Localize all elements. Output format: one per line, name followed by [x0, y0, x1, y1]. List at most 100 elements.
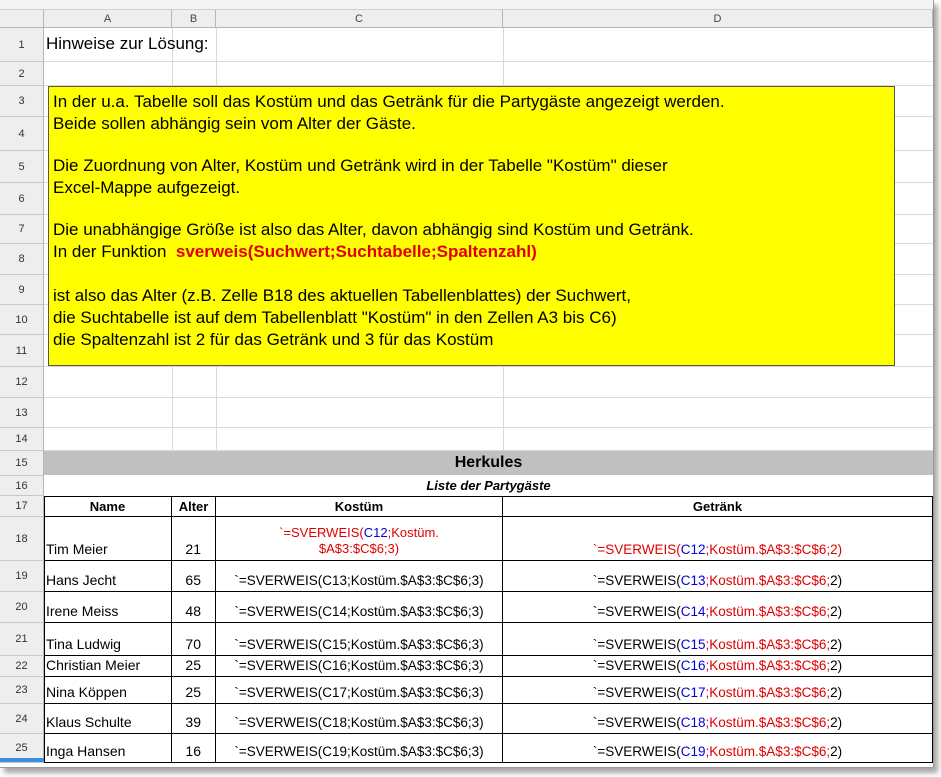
note-line-6: In der Funktion sverweis(Suchwert;Suchta…	[53, 241, 894, 263]
drink-formula-cell[interactable]: `=SVERWEIS(C17 ;Kostüm.$A$3:$C$6; 2)	[503, 677, 933, 704]
costume-formula-cell[interactable]: `=SVERWEIS(C17;Kostüm.$A$3:$C$6;3)	[216, 677, 503, 704]
formula-text: `=SVERWEIS(	[592, 604, 681, 619]
formula-text: 2)	[830, 715, 843, 730]
guest-age-cell[interactable]: 65	[172, 561, 216, 592]
row-header-24[interactable]: 24	[0, 704, 44, 734]
row-header-22[interactable]: 22	[0, 656, 44, 677]
cell-reference: C15	[680, 637, 706, 652]
guest-age-cell[interactable]: 39	[172, 704, 216, 734]
row-header-4[interactable]: 4	[0, 117, 44, 151]
cell-reference: C19	[680, 744, 706, 759]
formula-text: ;Kostüm.$A$3:$C$6;	[705, 573, 831, 588]
costume-formula-cell[interactable]: `=SVERWEIS(C18;Kostüm.$A$3:$C$6;3)	[216, 704, 503, 734]
note-line-1: In der u.a. Tabelle soll das Kostüm und …	[53, 92, 725, 111]
formula-text: `=SVERWEIS(C15;Kostüm.$A$3:$C$6;3)	[234, 637, 484, 652]
row-header-1[interactable]: 1	[0, 28, 44, 62]
row-header-19[interactable]: 19	[0, 561, 44, 592]
grid-line	[44, 397, 933, 398]
grid-line	[44, 61, 933, 62]
formula-text: `=SVERWEIS(C13;Kostüm.$A$3:$C$6;3)	[234, 573, 484, 588]
formula-text: ;Kostüm.$A$3:$C$6;	[705, 685, 831, 700]
column-header-a[interactable]: A	[44, 10, 172, 28]
function-signature: sverweis(Suchwert;Suchtabelle;Spaltenzah…	[175, 242, 537, 261]
grid-line	[44, 427, 933, 428]
drink-formula-cell[interactable]: `=SVERWEIS(C15 ;Kostüm.$A$3:$C$6; 2)	[503, 623, 933, 656]
formula-text: `=SVERWEIS(	[592, 715, 681, 730]
note-line-3: Die Zuordnung von Alter, Kostüm und Getr…	[53, 156, 668, 175]
guest-name-cell[interactable]: Christian Meier	[44, 656, 172, 677]
formula-text: ;Kostüm.	[387, 525, 439, 540]
formula-text: 2)	[830, 744, 843, 759]
cell-reference: C13	[680, 573, 706, 588]
column-header-b[interactable]: B	[172, 10, 216, 28]
row-header-17[interactable]: 17	[0, 496, 44, 517]
formula-text: `=SVERWEIS(	[592, 658, 681, 673]
row-header-5[interactable]: 5	[0, 151, 44, 183]
formula-text: 2)	[830, 604, 843, 619]
formula-text: 2)	[830, 658, 843, 673]
guest-age-cell[interactable]: 70	[172, 623, 216, 656]
costume-formula-cell[interactable]: `=SVERWEIS(C16;Kostüm.$A$3:$C$6;3)	[216, 656, 503, 677]
header-name: Name	[44, 496, 172, 517]
formula-text: $A$3:$C$6;3)	[318, 541, 400, 556]
costume-formula-cell[interactable]: `=SVERWEIS(C15;Kostüm.$A$3:$C$6;3)	[216, 623, 503, 656]
costume-formula-cell[interactable]: `=SVERWEIS(C14;Kostüm.$A$3:$C$6;3)	[216, 592, 503, 623]
costume-formula-cell[interactable]: `=SVERWEIS(C12;Kostüm. $A$3:$C$6;3)	[216, 517, 503, 561]
hint-note-box: In der u.a. Tabelle soll das Kostüm und …	[48, 86, 895, 366]
cell-reference: C12	[363, 525, 388, 540]
guest-name-cell[interactable]: Irene Meiss	[44, 592, 172, 623]
row-header-16[interactable]: 16	[0, 476, 44, 496]
cell-reference: C12	[680, 542, 706, 557]
formula-text: ;Kostüm.$A$3:$C$6;	[705, 658, 831, 673]
drink-formula-cell[interactable]: `=SVERWEIS(C14 ;Kostüm.$A$3:$C$6; 2)	[503, 592, 933, 623]
costume-formula-cell[interactable]: `=SVERWEIS(C19;Kostüm.$A$3:$C$6;3)	[216, 734, 503, 763]
guest-name-cell[interactable]: Nina Köppen	[44, 677, 172, 704]
row-header-11[interactable]: 11	[0, 335, 44, 367]
row-header-12[interactable]: 12	[0, 367, 44, 398]
row-header-13[interactable]: 13	[0, 398, 44, 428]
drink-formula-cell[interactable]: `=SVERWEIS(C18 ;Kostüm.$A$3:$C$6; 2)	[503, 704, 933, 734]
row-header-21[interactable]: 21	[0, 623, 44, 656]
guest-name-cell[interactable]: Tina Ludwig	[44, 623, 172, 656]
guest-name-cell[interactable]: Tim Meier	[44, 517, 172, 561]
row-header-20[interactable]: 20	[0, 592, 44, 623]
formula-text: `=SVERWEIS(	[592, 542, 681, 557]
formula-text: `=SVERWEIS(C16;Kostüm.$A$3:$C$6;3)	[234, 658, 484, 673]
note-line-4: Excel-Mappe aufgezeigt.	[53, 178, 241, 197]
note-line-7: ist also das Alter (z.B. Zelle B18 des a…	[53, 286, 631, 305]
row-header-7[interactable]: 7	[0, 215, 44, 244]
row-header-18[interactable]: 18	[0, 517, 44, 561]
select-all-corner[interactable]	[0, 10, 44, 28]
guest-name-cell[interactable]: Inga Hansen	[44, 734, 172, 763]
guest-age-cell[interactable]: 16	[172, 734, 216, 763]
formula-text: 2)	[830, 573, 843, 588]
guest-age-cell[interactable]: 25	[172, 656, 216, 677]
row-header-9[interactable]: 9	[0, 275, 44, 305]
column-header-c[interactable]: C	[216, 10, 503, 28]
row-header-14[interactable]: 14	[0, 428, 44, 451]
guest-age-cell[interactable]: 25	[172, 677, 216, 704]
row-header-2[interactable]: 2	[0, 62, 44, 86]
drink-formula-cell[interactable]: `=SVERWEIS(C16 ;Kostüm.$A$3:$C$6; 2)	[503, 656, 933, 677]
guest-name-cell[interactable]: Hans Jecht	[44, 561, 172, 592]
row-header-3[interactable]: 3	[0, 86, 44, 117]
row-header-6[interactable]: 6	[0, 183, 44, 215]
formula-text: `=SVERWEIS(C17;Kostüm.$A$3:$C$6;3)	[234, 685, 484, 700]
header-drink: Getränk	[503, 496, 933, 517]
spreadsheet-window: A B C D 1 2 3 4 5 6 7 8 9 10 11 12 13 14 15 16 17 18 19 20 2…	[0, 0, 934, 768]
hint-heading: Hinweise zur Lösung:	[46, 34, 209, 53]
guest-age-cell[interactable]: 48	[172, 592, 216, 623]
drink-formula-cell[interactable]: `=SVERWEIS(C12 ;Kostüm.$A$3:$C$6;2)	[503, 517, 933, 561]
column-header-d[interactable]: D	[503, 10, 933, 28]
costume-formula-cell[interactable]: `=SVERWEIS(C13;Kostüm.$A$3:$C$6;3)	[216, 561, 503, 592]
guest-name-cell[interactable]: Klaus Schulte	[44, 704, 172, 734]
guest-age-cell[interactable]: 21	[172, 517, 216, 561]
drink-formula-cell[interactable]: `=SVERWEIS(C13 ;Kostüm.$A$3:$C$6; 2)	[503, 561, 933, 592]
row-header-15[interactable]: 15	[0, 451, 44, 476]
row-header-8[interactable]: 8	[0, 244, 44, 275]
formula-text: `=SVERWEIS(	[592, 685, 681, 700]
drink-formula-cell[interactable]: `=SVERWEIS(C19 ;Kostüm.$A$3:$C$6; 2)	[503, 734, 933, 763]
row-header-10[interactable]: 10	[0, 305, 44, 335]
row-header-23[interactable]: 23	[0, 677, 44, 704]
costume-formula-line-1: `=SVERWEIS(C12;Kostüm.	[279, 525, 439, 541]
